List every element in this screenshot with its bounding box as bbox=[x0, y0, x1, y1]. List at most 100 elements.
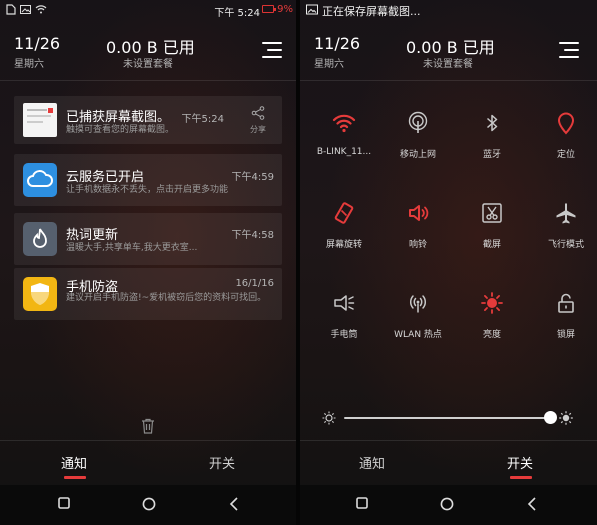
brightness-icon bbox=[481, 292, 503, 314]
active-tab-indicator bbox=[64, 476, 86, 479]
notification-title: 已捕获屏幕截图。 bbox=[66, 110, 171, 125]
navigation-bar bbox=[300, 485, 597, 525]
notification-title: 热词更新 bbox=[66, 228, 119, 243]
home-icon[interactable] bbox=[142, 497, 156, 511]
date: 11/26 bbox=[14, 34, 61, 53]
settings-menu-button[interactable] bbox=[262, 42, 282, 58]
toggle-label: 移动上网 bbox=[399, 150, 436, 160]
back-icon[interactable] bbox=[229, 497, 239, 511]
data-plan[interactable]: 未设置套餐 bbox=[423, 55, 473, 70]
toggle-hotspot[interactable]: WLAN 热点 bbox=[381, 291, 455, 351]
toggle-label: 锁屏 bbox=[556, 330, 575, 340]
shield-icon bbox=[31, 283, 49, 305]
toggle-brightness[interactable]: 亮度 bbox=[455, 291, 529, 351]
panel-tabs: 通知 开关 bbox=[0, 440, 296, 482]
status-bar: 正在保存屏幕截图... bbox=[300, 0, 597, 20]
status-bar: 下午 5:24 9% bbox=[0, 0, 296, 20]
image-icon bbox=[20, 5, 31, 14]
notification-body: 让手机数据永不丢失，点击开启更多功能 bbox=[66, 185, 229, 195]
screenshot-thumbnail bbox=[23, 103, 57, 137]
notification-time: 下午4:58 bbox=[231, 230, 274, 241]
weekday: 星期六 bbox=[14, 59, 44, 70]
data-plan[interactable]: 未设置套餐 bbox=[123, 55, 173, 70]
sim-icon bbox=[6, 4, 16, 15]
notification-screenshot[interactable]: 已捕获屏幕截图。 触摸可查看您的屏幕截图。 下午5:24 分享 bbox=[14, 96, 282, 144]
back-icon[interactable] bbox=[527, 497, 537, 511]
tab-toggles[interactable]: 开关 bbox=[507, 453, 533, 472]
notification-body: 触摸可查看您的屏幕截图。 bbox=[66, 125, 175, 135]
navigation-bar bbox=[0, 485, 296, 525]
flashlight-icon bbox=[334, 295, 355, 311]
toggle-airplane[interactable]: 飞行模式 bbox=[529, 201, 597, 261]
flame-app-icon bbox=[33, 228, 47, 248]
panel-tabs: 通知 开关 bbox=[300, 440, 597, 482]
toggle-wifi[interactable]: B-LINK_11... bbox=[307, 111, 381, 171]
toggle-label: 截屏 bbox=[482, 240, 501, 250]
settings-menu-button[interactable] bbox=[559, 42, 579, 58]
notification-time: 下午4:59 bbox=[231, 172, 274, 183]
toggle-label: 响铃 bbox=[408, 240, 427, 250]
toggle-flashlight[interactable]: 手电筒 bbox=[307, 291, 381, 351]
header-divider bbox=[300, 80, 597, 81]
battery-icon bbox=[262, 5, 276, 13]
toggle-rotate[interactable]: 屏幕旋转 bbox=[307, 201, 381, 261]
lock-icon bbox=[558, 293, 574, 313]
toggle-label: 屏幕旋转 bbox=[325, 240, 362, 250]
share-button[interactable]: 分享 bbox=[245, 106, 271, 136]
slider-track bbox=[344, 417, 550, 419]
toggle-label: 手电筒 bbox=[330, 330, 358, 340]
rotate-icon bbox=[334, 202, 354, 224]
toggle-ring[interactable]: 响铃 bbox=[381, 201, 455, 261]
notification-body: 建议开启手机防盗!~爱机被窃后您的资料可找回。 bbox=[66, 293, 267, 303]
screenshot-icon bbox=[482, 203, 502, 223]
notification-cloud[interactable]: 云服务已开启 让手机数据永不丢失，点击开启更多功能 下午4:59 bbox=[14, 154, 282, 206]
recent-apps-icon[interactable] bbox=[58, 497, 70, 509]
brightness-slider[interactable] bbox=[344, 411, 557, 424]
wifi-icon bbox=[332, 114, 356, 133]
toggle-label: 蓝牙 bbox=[482, 150, 501, 160]
notification-hotwords[interactable]: 热词更新 温暖大手,共享单车,我大更衣室... 下午4:58 bbox=[14, 213, 282, 265]
toggle-label: WLAN 热点 bbox=[394, 330, 442, 340]
date: 11/26 bbox=[314, 34, 361, 53]
toggle-mobile-data[interactable]: 移动上网 bbox=[381, 111, 455, 171]
location-icon bbox=[557, 112, 575, 135]
screenshot-saving-icon bbox=[306, 4, 318, 15]
home-icon[interactable] bbox=[440, 497, 454, 511]
toggle-screenshot[interactable]: 截屏 bbox=[455, 201, 529, 261]
notification-panel: 下午 5:24 9% 11/26 星期六 0.00 B 已用 未设置套餐 已捕获… bbox=[0, 0, 296, 525]
toggle-lock-screen[interactable]: 锁屏 bbox=[529, 291, 597, 351]
volume-icon bbox=[409, 205, 429, 221]
hotspot-icon bbox=[409, 295, 427, 313]
tab-toggles[interactable]: 开关 bbox=[209, 453, 235, 472]
quick-settings-panel: 正在保存屏幕截图... 11/26 星期六 0.00 B 已用 未设置套餐 B-… bbox=[300, 0, 597, 525]
share-icon bbox=[251, 106, 265, 120]
brightness-high-icon bbox=[559, 411, 573, 425]
status-time: 下午 5:24 bbox=[214, 8, 260, 19]
notification-title: 云服务已开启 bbox=[66, 170, 145, 185]
share-label: 分享 bbox=[250, 125, 266, 134]
toggle-location[interactable]: 定位 bbox=[529, 111, 597, 171]
wifi-status-icon bbox=[35, 5, 47, 14]
toggle-label: 亮度 bbox=[482, 330, 501, 340]
toggle-bluetooth[interactable]: 蓝牙 bbox=[455, 111, 529, 171]
toggle-label: B-LINK_11... bbox=[316, 147, 372, 157]
clear-all-icon[interactable] bbox=[141, 418, 155, 434]
toggle-label: 飞行模式 bbox=[547, 240, 584, 250]
mobile-data-icon bbox=[408, 111, 428, 133]
airplane-icon bbox=[556, 203, 576, 224]
toggle-label: 定位 bbox=[556, 150, 575, 160]
slider-thumb[interactable] bbox=[543, 411, 557, 424]
notification-body: 温暖大手,共享单车,我大更衣室... bbox=[66, 243, 198, 253]
saving-status: 正在保存屏幕截图... bbox=[322, 5, 421, 18]
notification-time: 下午5:24 bbox=[181, 114, 224, 125]
cloud-app-icon bbox=[23, 163, 57, 197]
notification-antitheft[interactable]: 手机防盗 建议开启手机防盗!~爱机被窃后您的资料可找回。 16/1/16 bbox=[14, 268, 282, 320]
tab-notifications[interactable]: 通知 bbox=[61, 453, 87, 472]
recent-apps-icon[interactable] bbox=[356, 497, 368, 509]
weekday: 星期六 bbox=[314, 59, 344, 70]
tab-notifications[interactable]: 通知 bbox=[359, 453, 385, 472]
battery-percent: 9% bbox=[277, 4, 293, 15]
hotwords-app-icon bbox=[23, 222, 57, 256]
cloud-icon bbox=[27, 170, 53, 187]
notification-time: 16/1/16 bbox=[235, 278, 274, 289]
